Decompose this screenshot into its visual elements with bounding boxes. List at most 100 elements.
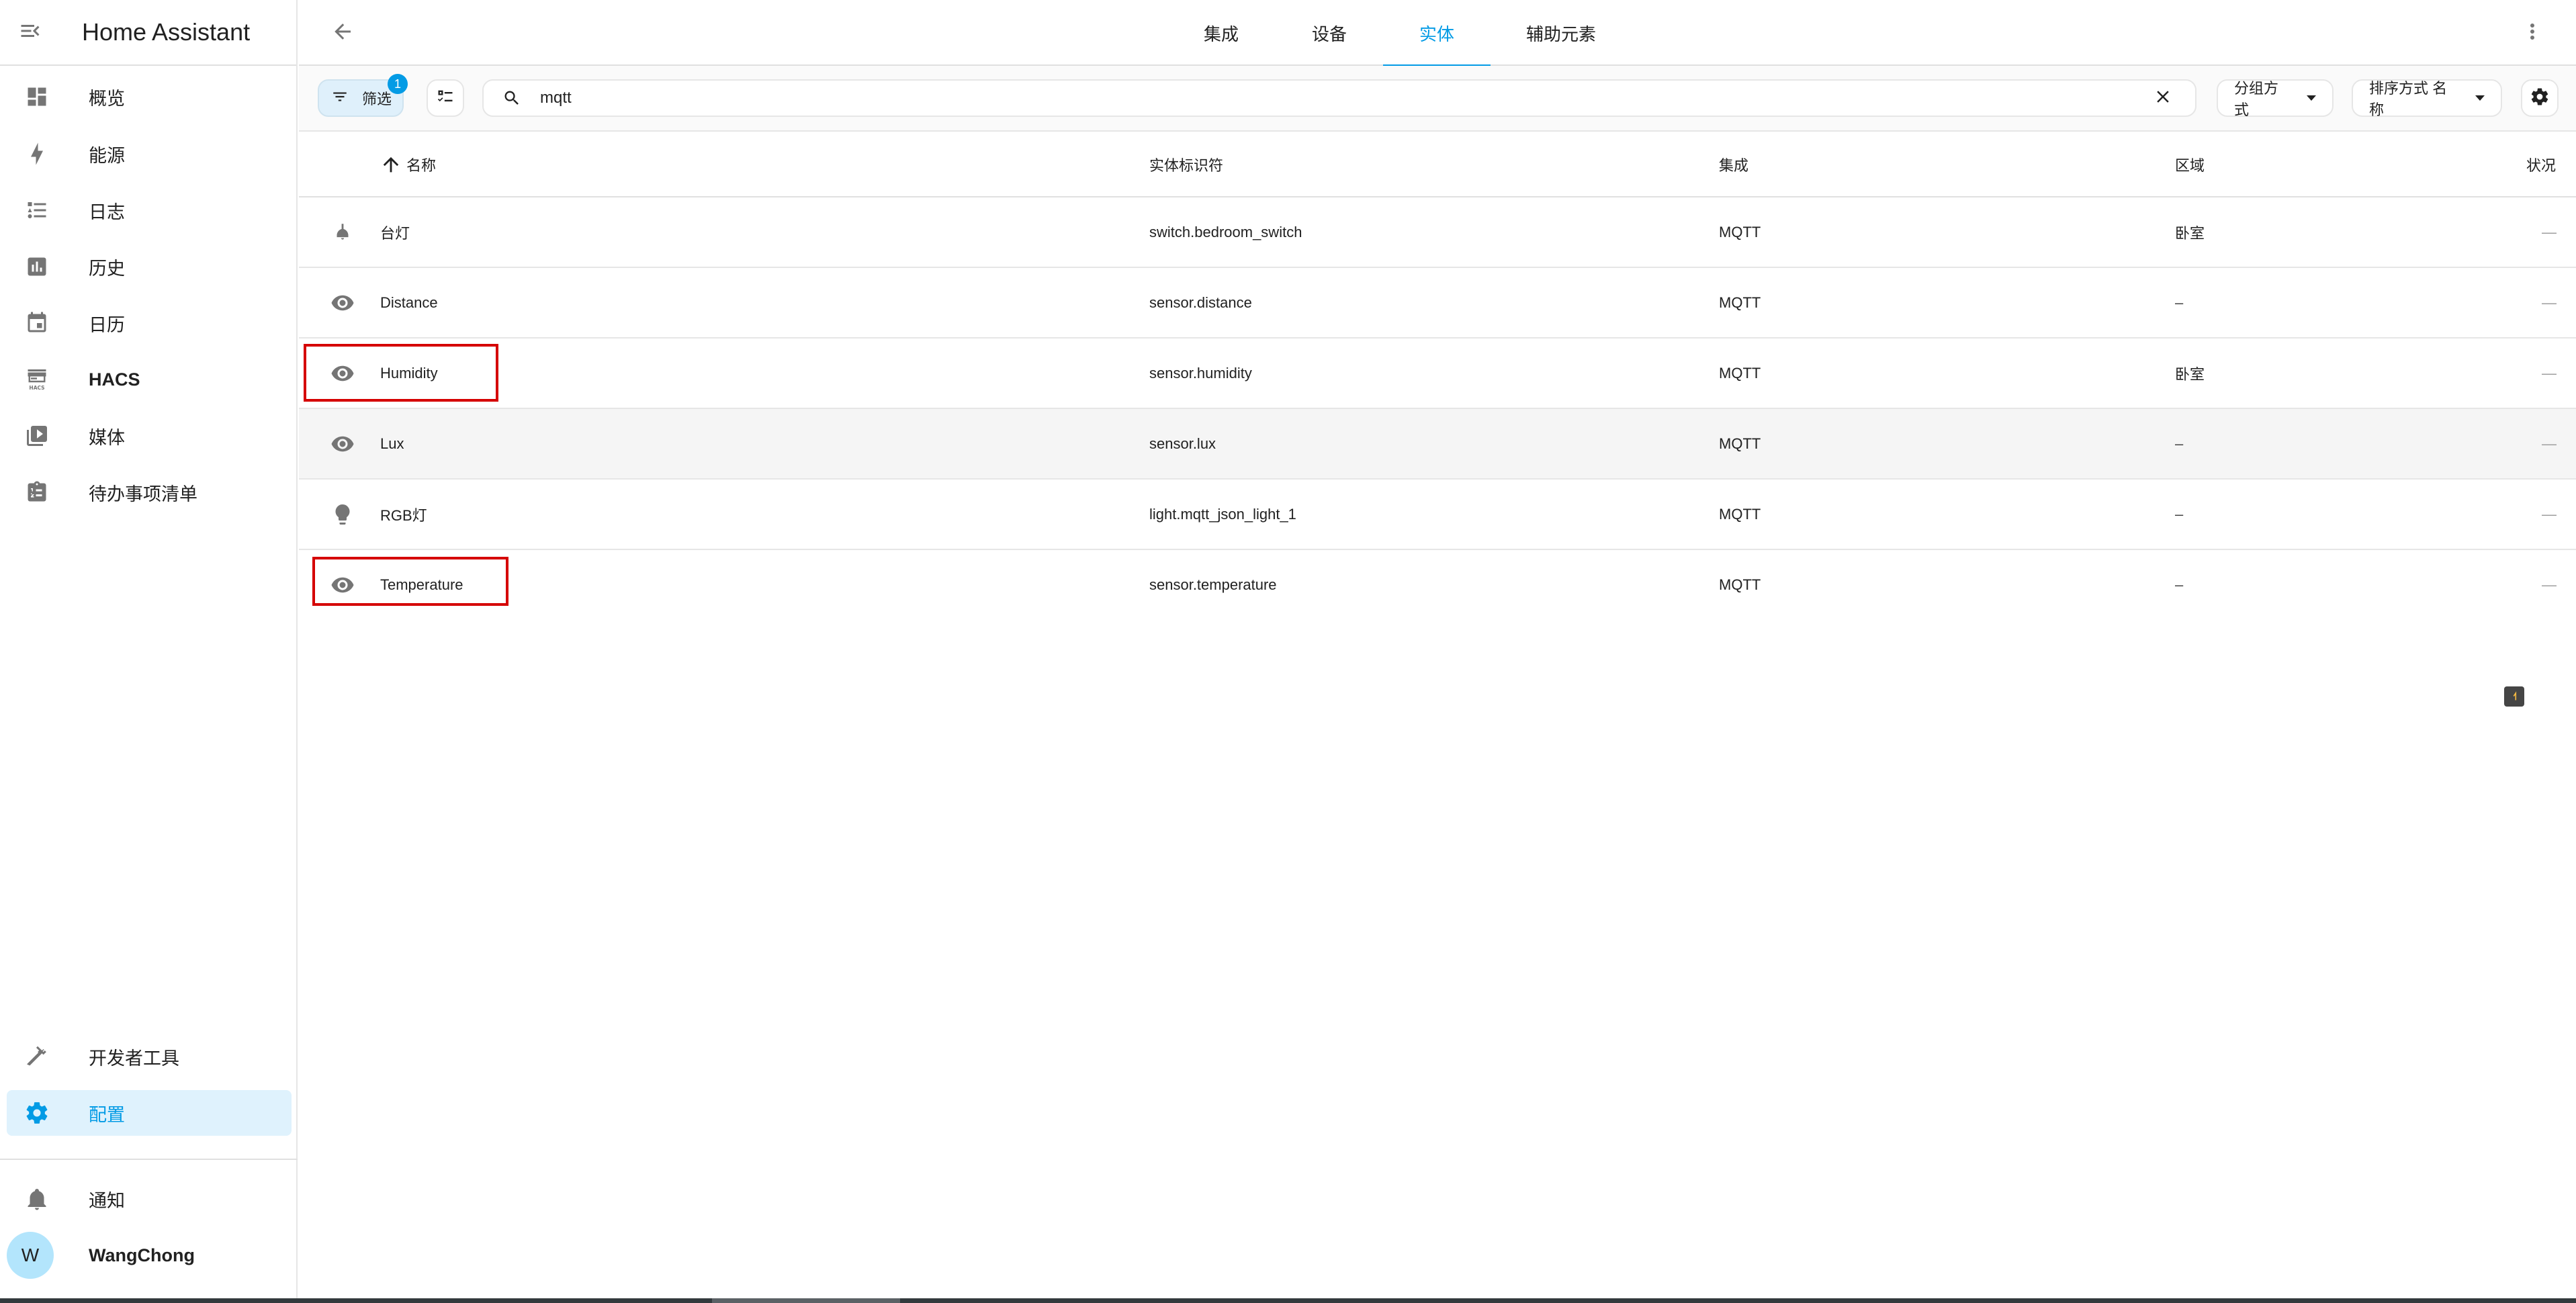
arrow-up-icon — [380, 153, 402, 176]
column-header-area[interactable]: 区域 — [2175, 132, 2205, 197]
table-row[interactable]: Temperature sensor.temperature MQTT – — — [299, 550, 2576, 621]
sidebar-item-notifications[interactable]: 通知 — [7, 1176, 292, 1222]
sidebar: Home Assistant 概览 能源 日志 历史 日历 HACS HACS … — [0, 0, 298, 1298]
avatar-initial: W — [7, 1232, 54, 1279]
sidebar-item-label: 日历 — [89, 314, 125, 335]
lightning-bolt-icon — [13, 142, 60, 166]
column-header-name[interactable]: 名称 — [380, 132, 436, 197]
menu-open-icon — [18, 19, 42, 46]
eye-icon — [326, 550, 359, 619]
tab-helpers[interactable]: 辅助元素 — [1491, 0, 1632, 66]
entity-area: – — [2175, 576, 2184, 593]
table-row[interactable]: Humidity sensor.humidity MQTT 卧室 — — [299, 339, 2576, 409]
sidebar-toggle-button[interactable] — [0, 0, 60, 65]
dashboard-icon — [13, 85, 60, 109]
entity-name: Lux — [380, 435, 404, 452]
sidebar-item-developer-tools[interactable]: 开发者工具 — [7, 1034, 292, 1079]
page-header: 集成 设备 实体 辅助元素 — [299, 0, 2576, 67]
entity-integration: MQTT — [1719, 223, 1761, 240]
entity-integration: MQTT — [1719, 364, 1761, 381]
menu-down-icon — [2475, 95, 2485, 101]
taskbar-edge — [0, 1298, 2576, 1303]
entity-integration: MQTT — [1719, 505, 1761, 523]
table-row[interactable]: RGB灯 light.mqtt_json_light_1 MQTT – — — [299, 480, 2576, 550]
sidebar-item-overview[interactable]: 概览 — [7, 74, 292, 120]
menu-down-icon — [2307, 95, 2316, 101]
entity-id: sensor.lux — [1149, 435, 1216, 452]
table-row[interactable]: Distance sensor.distance MQTT – — — [299, 268, 2576, 339]
ceiling-light-icon — [326, 197, 359, 267]
entity-name: RGB灯 — [380, 506, 427, 524]
entity-id: sensor.distance — [1149, 294, 1252, 311]
sort-by-label: 排序方式 名称 — [2369, 80, 2448, 118]
sidebar-item-label: 日志 — [89, 201, 125, 222]
search-input[interactable] — [540, 89, 2143, 107]
column-header-integration[interactable]: 集成 — [1719, 132, 1748, 197]
sidebar-item-hacs[interactable]: HACS HACS — [7, 357, 292, 402]
eye-icon — [326, 409, 359, 478]
filter-button[interactable]: 筛选 1 — [318, 74, 408, 117]
sidebar-item-todo[interactable]: 待办事项清单 — [7, 469, 292, 515]
pen-icon — [2508, 689, 2520, 705]
table-row[interactable]: 台灯 switch.bedroom_switch MQTT 卧室 — — [299, 197, 2576, 268]
table-row[interactable]: Lux sensor.lux MQTT – — — [299, 409, 2576, 480]
sidebar-item-label: 历史 — [89, 258, 125, 279]
entity-name: Temperature — [380, 576, 463, 593]
sidebar-item-history[interactable]: 历史 — [7, 244, 292, 289]
back-button[interactable] — [326, 16, 359, 50]
taskbar-segment — [712, 1298, 900, 1303]
play-box-multiple-icon — [13, 424, 60, 448]
hacs-store-icon: HACS — [13, 367, 60, 392]
bell-icon — [13, 1187, 60, 1211]
group-by-dropdown[interactable]: 分组方式 — [2217, 79, 2334, 118]
sidebar-item-profile[interactable]: W WangChong — [7, 1232, 292, 1279]
sidebar-item-energy[interactable]: 能源 — [7, 131, 292, 177]
entity-status: — — [2542, 223, 2557, 240]
entity-id: sensor.humidity — [1149, 364, 1252, 381]
sidebar-item-calendar[interactable]: 日历 — [7, 300, 292, 346]
column-header-entity-id[interactable]: 实体标识符 — [1149, 132, 1223, 197]
entity-area: 卧室 — [2175, 365, 2205, 383]
entity-area: 卧室 — [2175, 224, 2205, 242]
chart-box-icon — [13, 255, 60, 279]
calendar-icon — [13, 311, 60, 335]
sidebar-item-label: 待办事项清单 — [89, 484, 197, 504]
clipboard-list-icon — [13, 480, 60, 504]
sort-by-dropdown[interactable]: 排序方式 名称 — [2352, 79, 2502, 118]
entity-id: light.mqtt_json_light_1 — [1149, 505, 1296, 523]
sidebar-item-media[interactable]: 媒体 — [7, 413, 292, 459]
column-header-status[interactable]: 状况 — [2526, 132, 2556, 197]
entity-status: — — [2542, 364, 2557, 381]
filter-label: 筛选 — [362, 91, 392, 107]
entities-table: 名称 实体标识符 集成 区域 状况 台灯 switch.bedroom_swit… — [299, 132, 2576, 621]
table-settings-button[interactable] — [2521, 79, 2559, 117]
sidebar-divider — [0, 1159, 298, 1160]
search-field[interactable] — [482, 79, 2196, 117]
entity-area: – — [2175, 294, 2184, 311]
tab-integrations[interactable]: 集成 — [1167, 0, 1276, 66]
sidebar-item-logbook[interactable]: 日志 — [7, 187, 292, 233]
overflow-menu-button[interactable] — [2516, 16, 2549, 50]
arrow-left-icon — [330, 19, 355, 47]
sidebar-item-label: 通知 — [89, 1190, 125, 1211]
sidebar-item-label: 媒体 — [89, 427, 125, 448]
tab-devices[interactable]: 设备 — [1276, 0, 1383, 66]
format-list-bulleted-icon — [13, 198, 60, 222]
avatar: W — [7, 1232, 54, 1279]
eye-icon — [326, 268, 359, 337]
sidebar-item-settings[interactable]: 配置 — [7, 1090, 292, 1136]
sidebar-item-label: 概览 — [89, 88, 125, 109]
table-toolbar: 筛选 1 分组方式 排序方式 名称 — [299, 66, 2576, 132]
close-icon — [2153, 87, 2173, 110]
selection-mode-button[interactable] — [427, 79, 464, 117]
filter-count-badge: 1 — [388, 74, 408, 94]
tab-entities[interactable]: 实体 — [1383, 0, 1491, 67]
entity-name: 台灯 — [380, 224, 410, 242]
entity-id: sensor.temperature — [1149, 576, 1277, 593]
entity-status: — — [2542, 576, 2557, 593]
hammer-icon — [13, 1044, 60, 1069]
floating-widget-button[interactable] — [2504, 686, 2524, 707]
clear-search-button[interactable] — [2143, 87, 2183, 110]
sidebar-item-label: 能源 — [89, 145, 125, 166]
order-bool-icon — [436, 87, 455, 109]
